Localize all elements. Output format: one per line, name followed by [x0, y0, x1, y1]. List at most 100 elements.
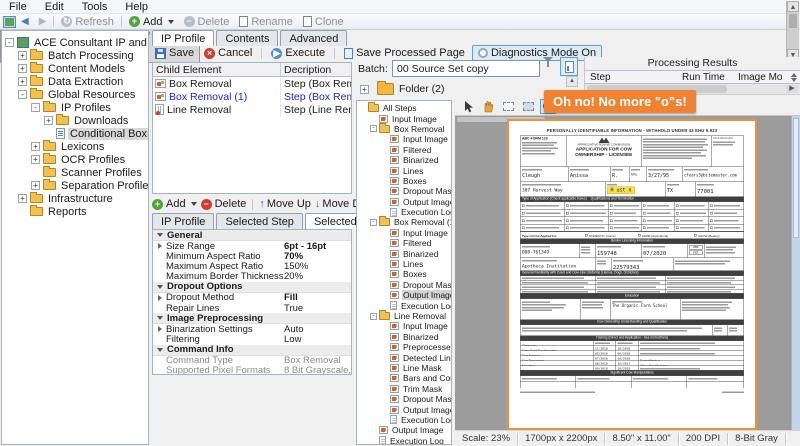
document-page[interactable]: PERSONALLY IDENTIFIABLE INFORMATION - WI… [507, 119, 757, 430]
expand-toggle[interactable]: + [360, 85, 369, 94]
filter-button[interactable] [543, 62, 557, 75]
tree-item[interactable]: Conditional Box Removal [2, 127, 148, 140]
step-tree-item[interactable]: Bars and Combs [357, 373, 451, 383]
tree-item[interactable]: -IP Profiles [2, 101, 148, 114]
table-row[interactable]: Box Removal (1)Step (Box Removal) [153, 90, 351, 103]
step-tree-item[interactable]: Output Image [357, 197, 451, 207]
select-area-tool-button[interactable] [520, 99, 536, 114]
expand-icon[interactable] [158, 326, 162, 332]
cancel-button[interactable]: ×Cancel [201, 47, 255, 59]
property-value[interactable]: 8 Bit Grayscale, 24 Bit RGB, 32 B [284, 365, 351, 375]
step-tree-item[interactable]: Lines [357, 165, 451, 175]
section-collapse-icon[interactable] [157, 348, 163, 352]
column-image-mo[interactable]: Image Mo [738, 72, 788, 83]
delete-step-button[interactable]: −Delete [201, 198, 247, 210]
collapse-toggle[interactable]: - [5, 38, 14, 47]
property-row[interactable]: Maximum Aspect Ratio150% [153, 261, 351, 271]
add-step-button[interactable]: +Add [152, 198, 197, 210]
column-description[interactable]: Decription [281, 63, 351, 76]
execute-button[interactable]: ▶Execute [268, 47, 328, 59]
delete-button[interactable]: −Delete [179, 14, 235, 30]
step-tree-item[interactable]: Binarized [357, 155, 451, 165]
tree-item[interactable]: +Lexicons [2, 140, 148, 153]
tree-item[interactable]: +Batch Processing [2, 49, 148, 62]
step-tree-item[interactable]: Filtered [357, 238, 451, 248]
step-tree-item[interactable]: Detected Lines [357, 352, 451, 362]
property-row[interactable]: FilteringLow [153, 334, 351, 344]
menu-help[interactable]: Help [116, 1, 157, 13]
expand-toggle[interactable]: + [31, 155, 40, 164]
tree-item[interactable]: +Infrastructure [2, 192, 148, 205]
step-tree-item[interactable]: Trim Mask [357, 384, 451, 394]
table-row[interactable]: Line RemovalStep (Line Removal) [153, 103, 351, 116]
step-tree-item[interactable]: Output Image [357, 404, 451, 414]
step-tree-item[interactable]: Boxes [357, 269, 451, 279]
collapse-toggle[interactable]: - [370, 125, 377, 132]
tab-ip-profile-2[interactable]: IP Profile [152, 213, 214, 229]
tab-ip-profile[interactable]: IP Profile [152, 30, 214, 46]
property-value[interactable]: True [284, 303, 351, 314]
column-step[interactable]: Step [585, 72, 682, 83]
app-nav-icon[interactable] [3, 16, 16, 28]
step-tree-item[interactable]: -Box Removal [357, 124, 451, 134]
step-tree-item[interactable]: Dropout Mask [357, 394, 451, 404]
save-processed-page-button[interactable]: Save Processed Page [341, 47, 468, 59]
expand-toggle[interactable]: + [18, 194, 27, 203]
step-tree-item[interactable]: -Box Removal (1) [357, 217, 451, 227]
section-collapse-icon[interactable] [157, 316, 163, 320]
step-tree-item[interactable]: Input Image [357, 134, 451, 144]
step-tree-item[interactable]: Boxes [357, 176, 451, 186]
step-tree-item[interactable]: Line Mask [357, 363, 451, 373]
step-tree-item[interactable]: Execution Log [357, 415, 451, 425]
step-tree-item[interactable]: Binarized [357, 332, 451, 342]
add-button[interactable]: +Add [124, 14, 179, 30]
save-button[interactable]: Save [152, 47, 197, 59]
add-step-caret[interactable] [191, 202, 197, 206]
step-tree-item[interactable]: Execution Log [357, 207, 451, 217]
property-section[interactable]: Dropout Options [153, 282, 351, 293]
viewer-vscrollbar[interactable] [791, 116, 800, 430]
step-tree-item[interactable]: Preprocessed [357, 342, 451, 352]
property-row[interactable]: Minimum Aspect Ratio70% [153, 251, 351, 261]
expand-toggle[interactable]: + [18, 51, 27, 60]
diagnostics-mode-toggle[interactable]: Diagnostics Mode On [472, 45, 602, 61]
collapse-toggle[interactable]: - [18, 90, 27, 99]
tree-item[interactable]: +Content Models [2, 62, 148, 75]
tree-item[interactable]: +Data Extraction [2, 75, 148, 88]
collapse-toggle[interactable]: - [370, 219, 377, 226]
batch-folder-item[interactable]: + Folder (2) [360, 80, 445, 98]
collapse-toggle[interactable]: - [31, 103, 40, 112]
expand-icon[interactable] [158, 243, 162, 249]
column-child-element[interactable]: Child Element [153, 63, 281, 76]
move-up-button[interactable]: ↑Move Up [259, 198, 311, 210]
tree-item[interactable]: Scanner Profiles [2, 166, 148, 179]
property-section[interactable]: Command Info [153, 345, 351, 356]
step-tree-item[interactable]: Lines [357, 259, 451, 269]
property-row[interactable]: Dropout MethodFill [153, 293, 351, 303]
property-row[interactable]: Size Range6pt - 16pt [153, 241, 351, 251]
step-tree-item[interactable]: Input Image [357, 228, 451, 238]
expand-toggle[interactable]: + [18, 77, 27, 86]
step-tree-item[interactable]: Binarized [357, 248, 451, 258]
menu-tools[interactable]: Tools [73, 1, 117, 13]
tab-advanced[interactable]: Advanced [280, 30, 347, 46]
step-tree-item[interactable]: -Line Removal [357, 311, 451, 321]
property-section[interactable]: Image Preprocessing [153, 313, 351, 324]
step-tree-item[interactable]: Execution Log [357, 436, 451, 446]
tab-contents[interactable]: Contents [216, 30, 278, 46]
property-row[interactable]: Supported Pixel Formats8 Bit Grayscale, … [153, 366, 351, 375]
step-tree-item[interactable]: Output Image [357, 290, 451, 300]
section-collapse-icon[interactable] [157, 233, 163, 237]
step-tree-item[interactable]: Dropout Mask [357, 186, 451, 196]
results-scroll-arrows[interactable] [788, 73, 800, 82]
step-tree-item[interactable]: Dropout Mask [357, 280, 451, 290]
rename-button[interactable]: Rename [234, 14, 298, 30]
step-tree-item[interactable]: Input Image [357, 113, 451, 123]
menu-file[interactable]: File [0, 1, 36, 13]
scrollbar-thumb[interactable] [793, 118, 799, 238]
expand-toggle[interactable]: + [18, 64, 27, 73]
pan-tool-button[interactable] [480, 99, 496, 114]
tree-item[interactable]: +OCR Profiles [2, 153, 148, 166]
tree-item[interactable]: Reports [2, 205, 148, 218]
expand-toggle[interactable]: + [31, 181, 40, 190]
